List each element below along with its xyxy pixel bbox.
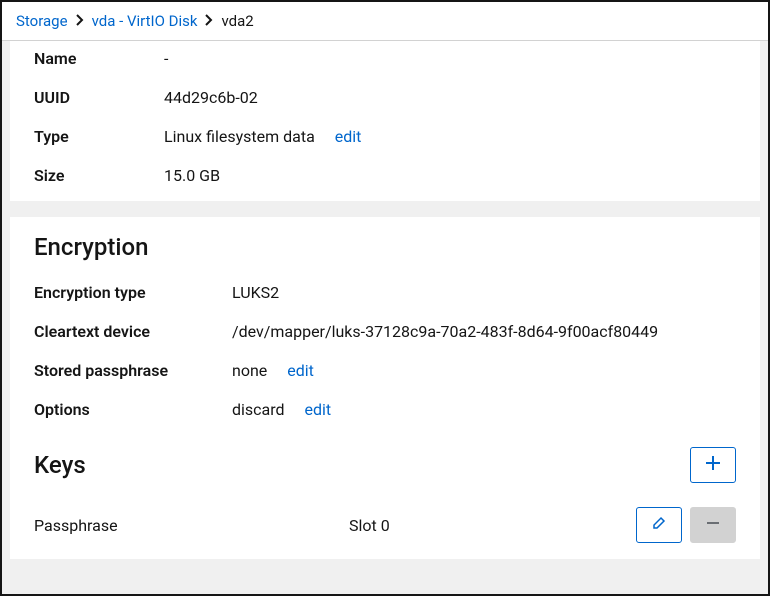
edit-type-link[interactable]: edit: [335, 127, 362, 146]
label-cleartext: Cleartext device: [34, 322, 232, 341]
label-type: Type: [34, 127, 164, 146]
value-cleartext: /dev/mapper/luks-37128c9a-70a2-483f-8d64…: [232, 322, 736, 341]
encryption-card: Encryption Encryption type LUKS2 Clearte…: [10, 217, 760, 559]
label-stored: Stored passphrase: [34, 361, 232, 380]
minus-icon: [706, 516, 720, 535]
value-stored-row: none edit: [232, 361, 736, 380]
breadcrumb-disk[interactable]: vda - VirtIO Disk: [92, 12, 198, 30]
breadcrumb-current: vda2: [221, 12, 253, 30]
value-name: -: [164, 49, 736, 68]
add-key-button[interactable]: [690, 447, 736, 483]
breadcrumb: Storage vda - VirtIO Disk vda2: [2, 2, 768, 41]
value-type: Linux filesystem data: [164, 127, 315, 146]
keys-heading: Keys: [34, 451, 86, 479]
edit-stored-link[interactable]: edit: [287, 361, 314, 380]
value-size: 15.0 GB: [164, 166, 736, 185]
breadcrumb-storage[interactable]: Storage: [16, 12, 68, 30]
plus-icon: [706, 456, 720, 475]
chevron-right-icon: [205, 12, 213, 30]
remove-key-button[interactable]: [690, 507, 736, 543]
edit-key-button[interactable]: [636, 507, 682, 543]
pencil-icon: [652, 516, 666, 535]
value-type-row: Linux filesystem data edit: [164, 127, 736, 146]
label-options: Options: [34, 400, 232, 419]
encryption-heading: Encryption: [34, 233, 736, 261]
key-slot: Slot 0: [349, 516, 636, 535]
value-options: discard: [232, 400, 285, 419]
partition-card: Name - UUID 44d29c6b-02 Type Linux files…: [10, 41, 760, 201]
label-enc-type: Encryption type: [34, 283, 232, 302]
edit-options-link[interactable]: edit: [305, 400, 332, 419]
key-type: Passphrase: [34, 516, 349, 535]
chevron-right-icon: [76, 12, 84, 30]
label-size: Size: [34, 166, 164, 185]
label-uuid: UUID: [34, 88, 164, 107]
value-stored: none: [232, 361, 267, 380]
value-uuid: 44d29c6b-02: [164, 88, 736, 107]
label-name: Name: [34, 49, 164, 68]
value-options-row: discard edit: [232, 400, 736, 419]
value-enc-type: LUKS2: [232, 283, 736, 302]
key-row: Passphrase Slot 0: [34, 507, 736, 543]
